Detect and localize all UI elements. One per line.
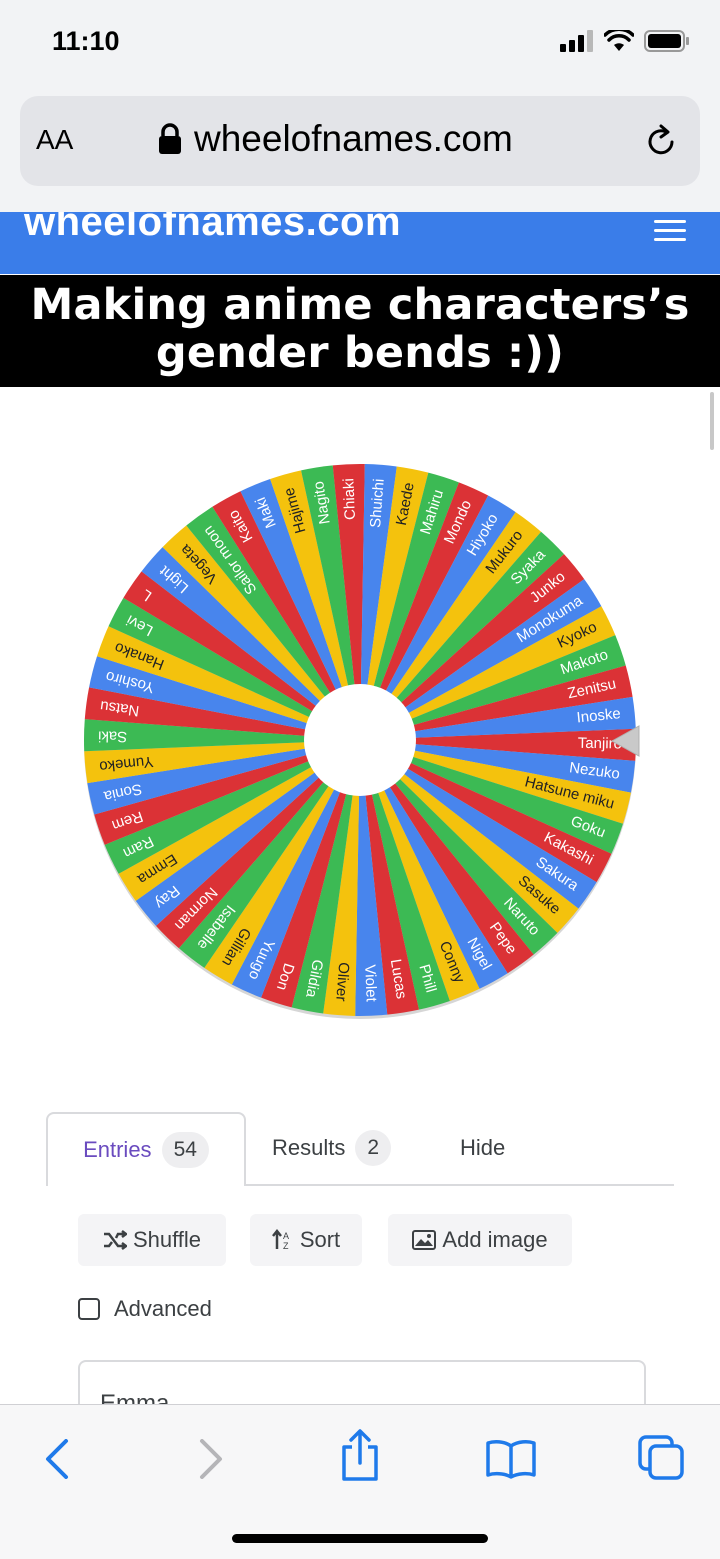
shuffle-button[interactable]: Shuffle (78, 1214, 226, 1266)
advanced-toggle[interactable]: Advanced (78, 1296, 212, 1322)
sort-label: Sort (299, 1227, 341, 1252)
status-time: 11:10 (52, 26, 120, 56)
tab-entries[interactable]: Entries 54 (46, 1112, 246, 1186)
caption-line-1: Making anime characters’s (30, 280, 690, 330)
url-bar[interactable]: AA wheelofnames.com (20, 96, 700, 186)
bookmarks-icon[interactable] (486, 1439, 536, 1479)
site-header: wheelofnames.com (0, 212, 720, 274)
reload-icon[interactable] (646, 124, 678, 158)
video-caption: Making anime characters’s gender bends :… (0, 275, 720, 387)
shuffle-label: Shuffle (132, 1227, 202, 1252)
tab-results-label: Results (272, 1135, 346, 1160)
name-wheel[interactable]: TanjiroNezukoHatsune mikuGokuKakashiSaku… (80, 460, 640, 1020)
url-text: wheelofnames.com (194, 118, 513, 159)
status-bar: 11:10 (0, 0, 720, 90)
tab-results[interactable]: Results 2 (272, 1112, 392, 1184)
tabs: Entries 54 Results 2 Hide (46, 1112, 674, 1186)
browser-chrome: AA wheelofnames.com (0, 90, 720, 212)
svg-text:Z: Z (283, 1241, 289, 1251)
wheel-entry-label: Oliver (332, 962, 352, 1002)
advanced-checkbox[interactable] (78, 1298, 100, 1320)
results-count-badge: 2 (355, 1130, 392, 1166)
wheel-center-hub[interactable] (304, 684, 416, 796)
battery-icon (644, 30, 689, 52)
tabs-icon[interactable] (638, 1435, 686, 1481)
shuffle-icon (103, 1230, 127, 1250)
reader-settings-button[interactable]: AA (36, 124, 73, 156)
image-icon (412, 1230, 437, 1250)
add-image-label: Add image (442, 1227, 548, 1252)
back-icon[interactable] (42, 1439, 72, 1479)
wheel-entry-label: Violet (361, 964, 380, 1003)
wheel-entry-label: Chiaki (340, 478, 359, 520)
tab-hide-label: Hide (460, 1135, 506, 1160)
advanced-label: Advanced (114, 1296, 212, 1321)
wheel-entry-label: Tanjiro (578, 735, 622, 753)
lock-icon (159, 123, 181, 154)
caption-line-2: gender bends :)) (155, 328, 565, 378)
wheel-entry-label: Saki (98, 727, 127, 745)
sort-icon: A Z (271, 1229, 289, 1251)
forward-icon[interactable] (196, 1439, 226, 1479)
sort-button[interactable]: A Z Sort (250, 1214, 362, 1266)
wifi-icon (604, 30, 634, 51)
tab-hide[interactable]: Hide (460, 1112, 505, 1184)
menu-icon[interactable] (654, 214, 686, 247)
scrollbar[interactable] (710, 392, 714, 450)
share-icon[interactable] (340, 1429, 380, 1481)
add-image-button[interactable]: Add image (388, 1214, 572, 1266)
signal-icon (560, 30, 593, 52)
svg-text:A: A (283, 1231, 289, 1241)
site-logo[interactable]: wheelofnames.com (24, 212, 401, 245)
entries-count-badge: 54 (161, 1132, 209, 1168)
home-indicator (232, 1534, 488, 1543)
status-icons (560, 30, 690, 52)
address-field[interactable]: wheelofnames.com (158, 118, 513, 160)
tab-entries-label: Entries (83, 1137, 152, 1162)
